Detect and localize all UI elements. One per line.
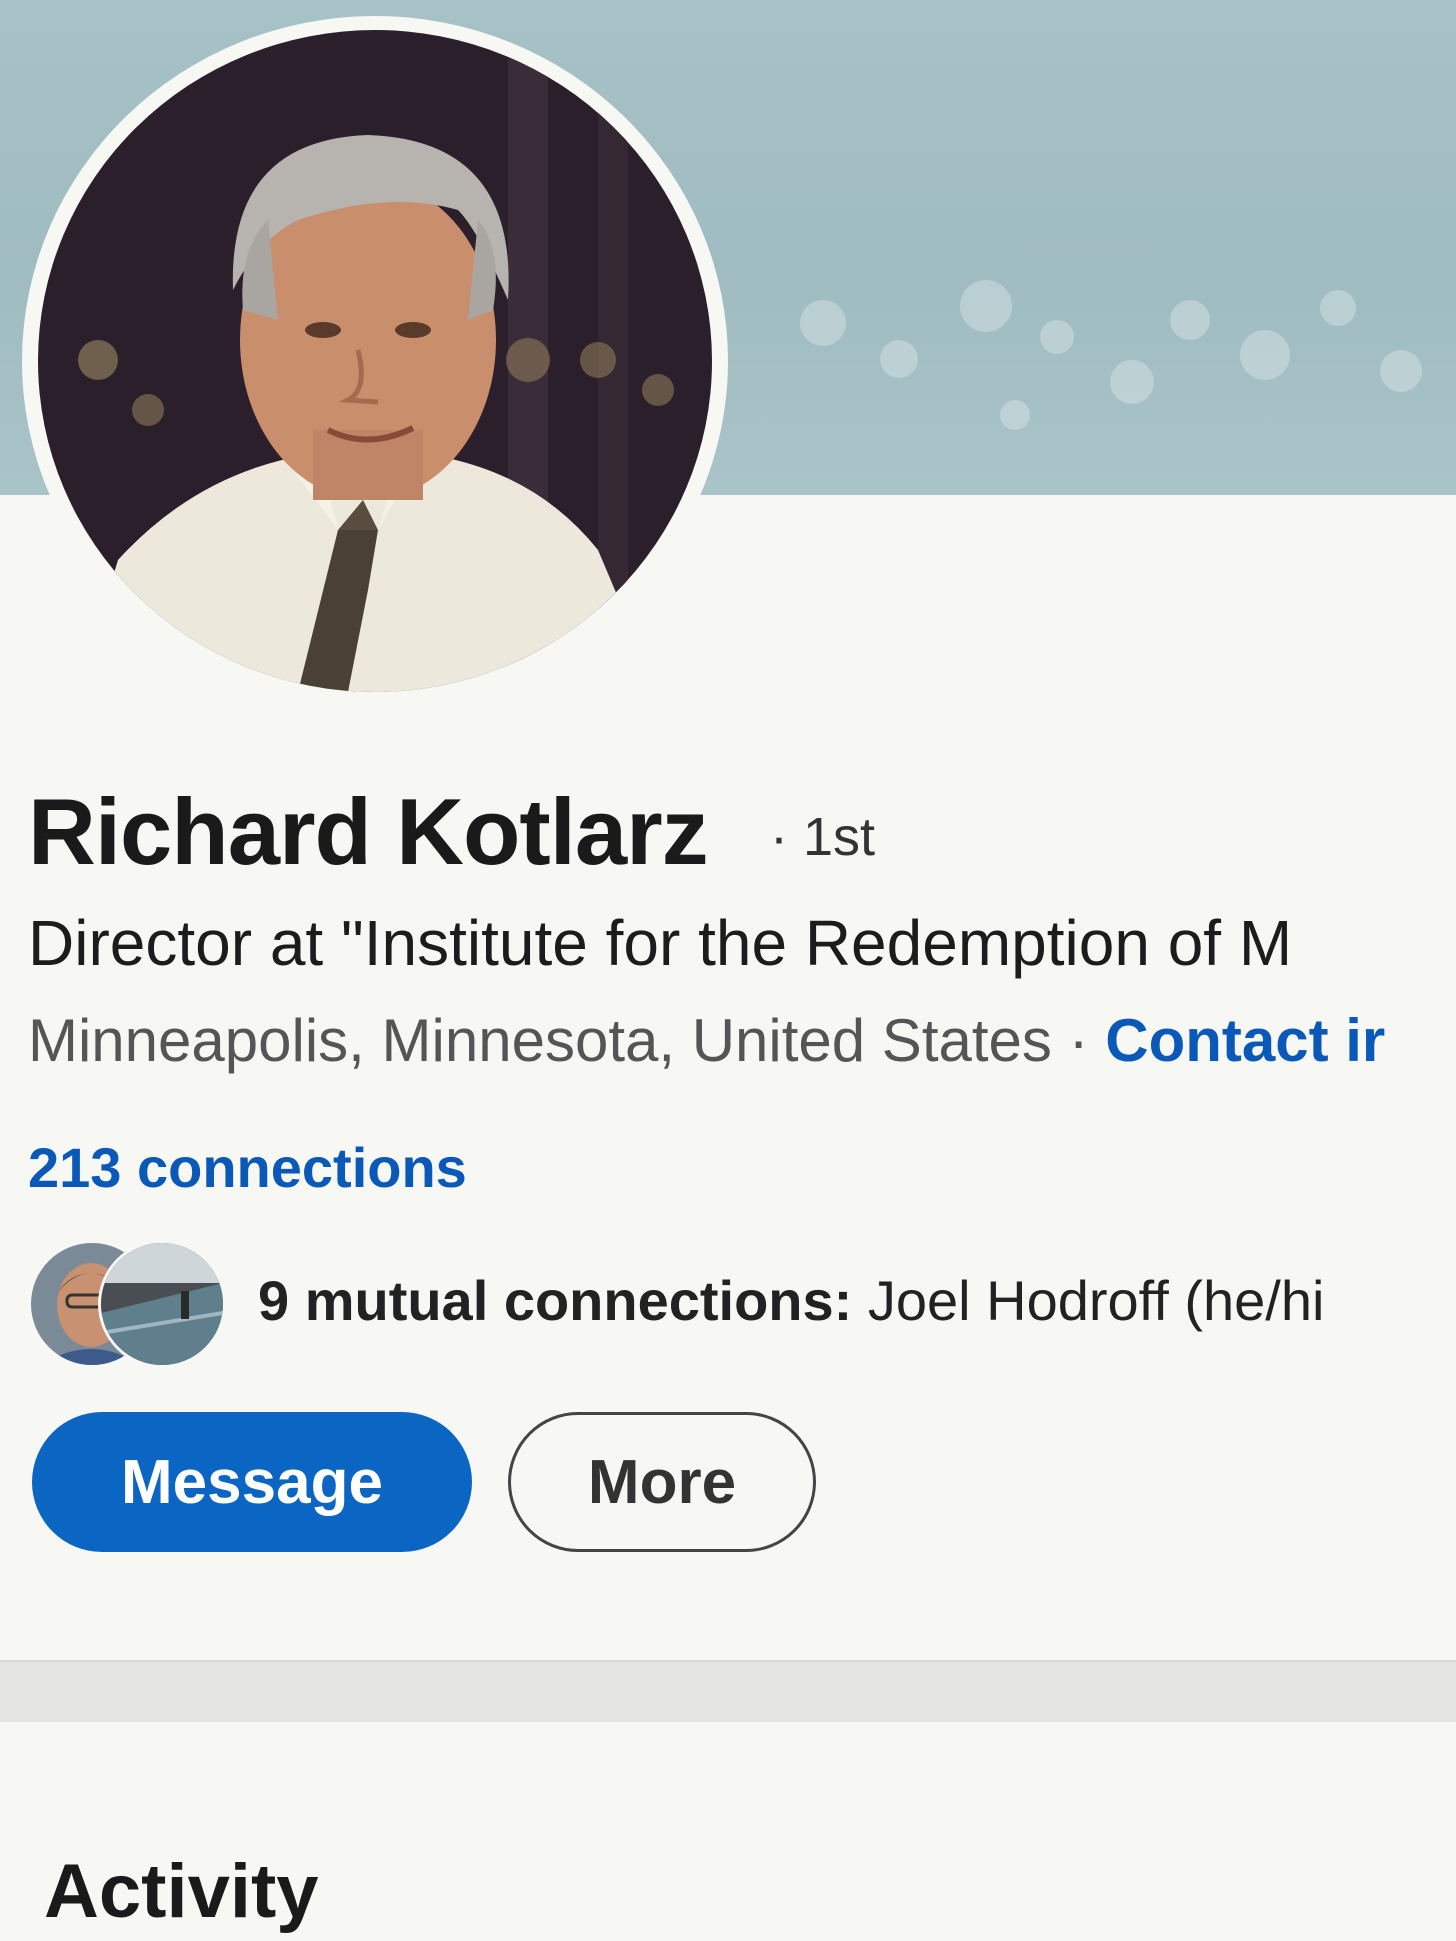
- cover-bokeh: [1040, 320, 1074, 354]
- location-row: Minneapolis, Minnesota, United States · …: [28, 1006, 1456, 1075]
- profile-location: Minneapolis, Minnesota, United States: [28, 1007, 1052, 1074]
- cover-bokeh: [1170, 300, 1210, 340]
- cover-bokeh: [1240, 330, 1290, 380]
- location-separator: ·: [1051, 1007, 1106, 1074]
- activity-heading: Activity: [44, 1849, 319, 1934]
- contact-info-link[interactable]: Contact ir: [1105, 1007, 1385, 1074]
- mutual-names: Joel Hodroff (he/hi: [852, 1269, 1325, 1332]
- mutual-connections-text[interactable]: 9 mutual connections: Joel Hodroff (he/h…: [258, 1268, 1456, 1333]
- message-button[interactable]: Message: [32, 1412, 472, 1552]
- more-button[interactable]: More: [508, 1412, 816, 1552]
- mutual-avatar-photo: [101, 1243, 223, 1365]
- cover-bokeh: [1320, 290, 1356, 326]
- cover-bokeh: [800, 300, 846, 346]
- connections-link[interactable]: 213 connections: [28, 1135, 467, 1200]
- connection-degree: · 1st: [770, 807, 876, 867]
- cover-bokeh: [960, 280, 1012, 332]
- cover-bokeh: [880, 340, 918, 378]
- mutual-avatars[interactable]: [28, 1240, 228, 1368]
- profile-headline: Director at "Institute for the Redemptio…: [28, 907, 1293, 979]
- mutual-avatar: [98, 1240, 226, 1368]
- cover-bokeh: [1380, 350, 1422, 392]
- cover-bokeh: [1000, 400, 1030, 430]
- mutual-count: 9 mutual connections:: [258, 1269, 853, 1332]
- profile-photo: [38, 30, 712, 692]
- section-divider: [0, 1660, 1456, 1724]
- profile-avatar[interactable]: [38, 30, 712, 692]
- cover-bokeh: [1110, 360, 1154, 404]
- profile-name: Richard Kotlarz: [28, 779, 709, 884]
